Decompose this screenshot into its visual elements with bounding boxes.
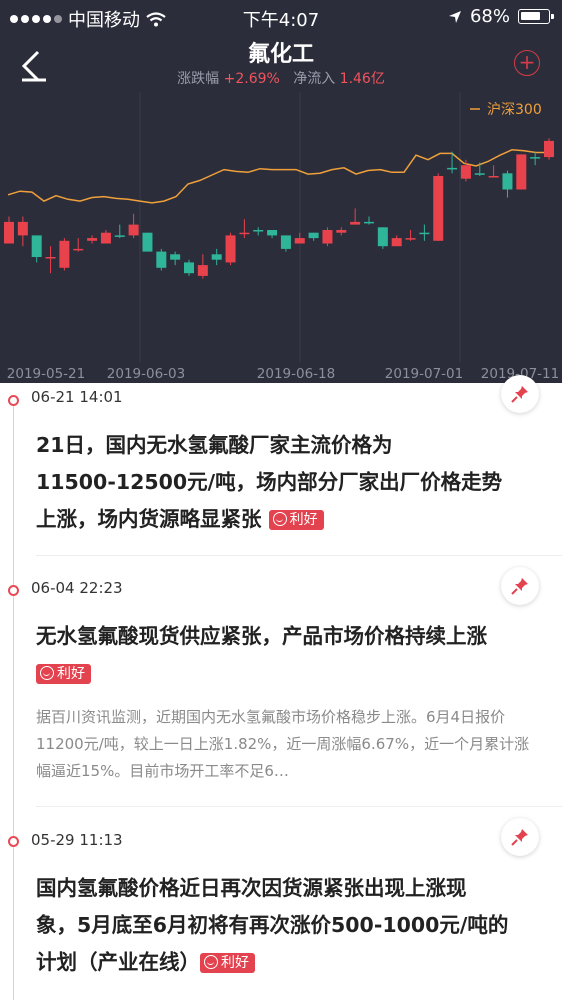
add-watchlist-button[interactable]: + [514,50,540,76]
legend-label: 沪深300 [487,102,542,118]
news-time: 06-21 14:01 [31,388,123,406]
timeline-line [13,405,14,1000]
smile-icon [204,955,218,969]
candle-body [100,232,111,244]
change-value: +2.69% [223,71,280,87]
candle-body [128,224,139,236]
candle-body [447,167,458,170]
candle-body [211,254,222,260]
x-tick-label: 2019-06-18 [257,366,335,382]
candle-body [336,230,347,233]
divider [36,806,562,807]
candle-body [460,165,471,179]
candle-body [308,232,319,239]
x-tick-label: 2019-05-21 [7,366,85,382]
candle-body [170,254,181,260]
bullish-tag: 利好 [36,664,91,684]
netflow-label: 净流入 [293,71,336,87]
battery-percent: 68% [469,6,510,27]
candle-body [253,230,264,232]
candle-body [364,221,374,224]
change-label: 涨跌幅 [177,71,220,87]
candle-body [31,235,42,257]
candle-body [267,230,278,236]
candle-body [377,227,388,247]
candle-body [391,238,402,247]
candle-body [530,157,541,159]
candle-body [322,230,333,244]
news-time: 06-04 22:23 [31,579,123,597]
candle-body [516,154,527,190]
chart-panel: 中国移动 下午4:07 68% 氟化工 涨跌幅 +2.69% 净流入 1.46亿… [0,0,562,383]
candle-body [197,265,208,276]
candle-body [544,140,554,158]
candle-body [73,248,84,251]
location-icon [448,10,461,23]
x-tick-label: 2019-06-03 [107,366,185,382]
timeline-dot [8,395,19,406]
candle-body [405,238,416,240]
candle-body [225,235,236,263]
x-tick-label: 2019-07-01 [385,366,463,382]
timeline-dot [8,836,19,847]
candle-body [87,238,98,241]
candle-body [280,235,291,249]
news-headline: 无水氢氟酸现货供应紧张，产品市场价格持续上涨 利好 [36,624,487,684]
candle-body [419,232,430,235]
smile-icon [40,666,54,680]
battery-icon [518,9,554,24]
candle-body [59,240,70,268]
candle-body [239,232,250,235]
bullish-tag: 利好 [200,953,255,973]
news-headline: 21日，国内无水氢氟酸厂家主流价格为 11500-12500元/吨，场内部分厂家出… [36,433,503,531]
divider [36,555,562,556]
candle-body [502,173,513,190]
pin-icon[interactable] [501,567,539,605]
news-summary: 据百川资讯监测，近期国内无水氢氟酸市场价格稳步上涨。6月4日报价11200元/吨… [36,708,530,780]
smile-icon [272,512,287,526]
pin-icon[interactable] [501,375,539,413]
candle-body [142,232,153,252]
pin-icon[interactable] [501,818,539,856]
news-headline: 国内氢氟酸价格近日再次因货源紧张出现上涨现 象，5月底至6月初将有再次涨价500-… [36,876,509,974]
candle-body [294,238,305,244]
status-bar: 中国移动 下午4:07 68% [0,0,562,34]
nav-header: 氟化工 涨跌幅 +2.69% 净流入 1.46亿 + [0,34,562,92]
netflow-value: 1.46亿 [339,71,385,87]
candle-body [17,221,28,236]
candle-body [433,176,444,241]
candle-body [350,221,361,225]
candle-body [45,257,56,259]
news-time: 05-29 11:13 [31,831,123,849]
candle-body [156,251,167,268]
candle-body [4,221,14,244]
bullish-tag: 利好 [268,510,324,530]
header-stats: 涨跌幅 +2.69% 净流入 1.46亿 [0,68,562,88]
page-title: 氟化工 [247,42,314,67]
price-chart: 沪深300 2019-05-21 2019-06-03 2019-06-18 2019-… [4,92,559,382]
candle-body [184,262,194,274]
candle-body [474,173,485,175]
candle-body [114,235,125,237]
candle-body [488,176,499,178]
timeline-dot [8,585,19,596]
